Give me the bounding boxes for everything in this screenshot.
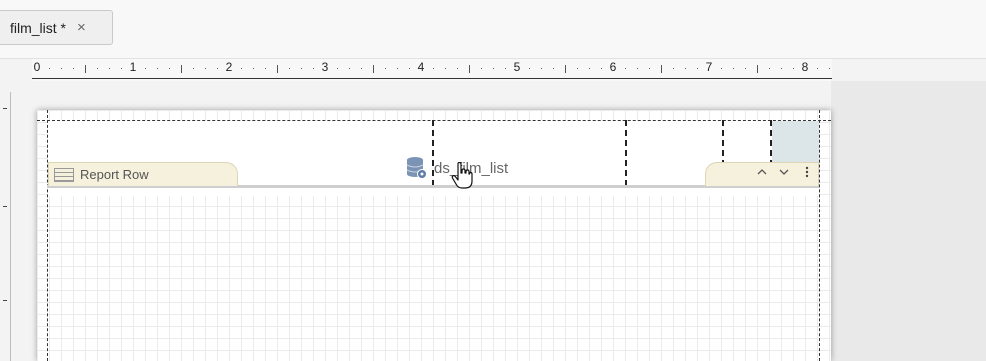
- close-icon[interactable]: ×: [77, 20, 86, 35]
- horizontal-ruler: 0 1 2 3 4 5 6 7 8: [32, 59, 832, 81]
- ruler-dot: [601, 68, 602, 69]
- ruler-dot: [361, 68, 362, 69]
- ruler-dot: [673, 68, 674, 69]
- ruler-dot: [817, 68, 818, 69]
- top-margin-guide: [37, 120, 831, 121]
- ruler-dot: [577, 68, 578, 69]
- ruler-dot: [697, 68, 698, 69]
- ruler-dot: [769, 68, 770, 69]
- vertical-ruler: [0, 92, 11, 361]
- chevron-up-icon[interactable]: [756, 166, 768, 181]
- ruler-dot: [349, 68, 350, 69]
- ruler-tick: [565, 65, 566, 73]
- ruler-dot: [301, 68, 302, 69]
- ruler-tick: [373, 65, 374, 73]
- ruler-tick: [3, 206, 7, 207]
- ruler-dot: [313, 68, 314, 69]
- ruler-dot: [733, 68, 734, 69]
- ruler-dot: [217, 68, 218, 69]
- report-page[interactable]: Report Row ds_film_list: [37, 110, 831, 361]
- ruler-dot: [637, 68, 638, 69]
- ruler-dot: [829, 68, 830, 69]
- right-margin-guide: [819, 110, 820, 361]
- ruler-dot: [157, 68, 158, 69]
- ruler-tick: [469, 65, 470, 73]
- tab-film-list[interactable]: film_list * ×: [0, 10, 113, 45]
- ruler-label: 6: [609, 60, 617, 74]
- chevron-down-icon[interactable]: [778, 166, 790, 181]
- ruler-dot: [385, 68, 386, 69]
- ruler-tick: [181, 65, 182, 73]
- ruler-dot: [649, 68, 650, 69]
- ruler-dot: [121, 68, 122, 69]
- ruler-label: 2: [225, 60, 233, 74]
- database-icon: [406, 156, 428, 180]
- left-margin-guide: [47, 110, 48, 361]
- ruler-dot: [721, 68, 722, 69]
- ruler-dot: [169, 68, 170, 69]
- ruler-dot: [49, 68, 50, 69]
- ruler-dot: [457, 68, 458, 69]
- ruler-dot: [253, 68, 254, 69]
- ruler-tick: [3, 300, 7, 301]
- ruler-dot: [409, 68, 410, 69]
- tab-label: film_list *: [10, 19, 67, 36]
- ruler-dot: [481, 68, 482, 69]
- ruler-dot: [337, 68, 338, 69]
- ruler-dot: [529, 68, 530, 69]
- band-controls-tab: [705, 162, 819, 186]
- ruler-dot: [625, 68, 626, 69]
- ruler-dot: [493, 68, 494, 69]
- ruler-dot: [205, 68, 206, 69]
- ruler-tick: [757, 65, 758, 73]
- ruler-dot: [541, 68, 542, 69]
- ruler-label: 1: [129, 60, 137, 74]
- ruler-tick: [277, 65, 278, 73]
- ruler-dot: [505, 68, 506, 69]
- ruler-dot: [397, 68, 398, 69]
- canvas-background: [831, 81, 986, 361]
- ruler-dot: [109, 68, 110, 69]
- ruler-dot: [241, 68, 242, 69]
- ruler-dot: [265, 68, 266, 69]
- ruler-dot: [685, 68, 686, 69]
- ruler-label: 3: [321, 60, 329, 74]
- report-row-band-tab[interactable]: Report Row: [48, 162, 238, 186]
- ruler-dot: [289, 68, 290, 69]
- ruler-dot: [793, 68, 794, 69]
- column-guide: [625, 120, 627, 186]
- ruler-dot: [553, 68, 554, 69]
- ruler-dot: [745, 68, 746, 69]
- report-row-icon: [54, 167, 74, 182]
- ruler-tick: [85, 65, 86, 73]
- ruler-label: 8: [801, 60, 809, 74]
- ruler-label: 7: [705, 60, 713, 74]
- ruler-label: 0: [33, 60, 41, 74]
- ruler-tick: [3, 108, 7, 109]
- ruler-dot: [445, 68, 446, 69]
- report-row-label: Report Row: [80, 167, 149, 182]
- ruler-dot: [145, 68, 146, 69]
- ruler-dot: [193, 68, 194, 69]
- hand-cursor-icon: [451, 161, 473, 190]
- ruler-dot: [433, 68, 434, 69]
- ruler-dot: [61, 68, 62, 69]
- ruler-dot: [97, 68, 98, 69]
- ruler-dot: [73, 68, 74, 69]
- ruler-label: 4: [417, 60, 425, 74]
- ruler-dot: [589, 68, 590, 69]
- ruler-label: 5: [513, 60, 521, 74]
- ruler-tick: [661, 65, 662, 73]
- ruler-dot: [781, 68, 782, 69]
- editor-tab-bar: film_list * ×: [0, 0, 986, 59]
- more-vertical-icon[interactable]: [805, 166, 809, 181]
